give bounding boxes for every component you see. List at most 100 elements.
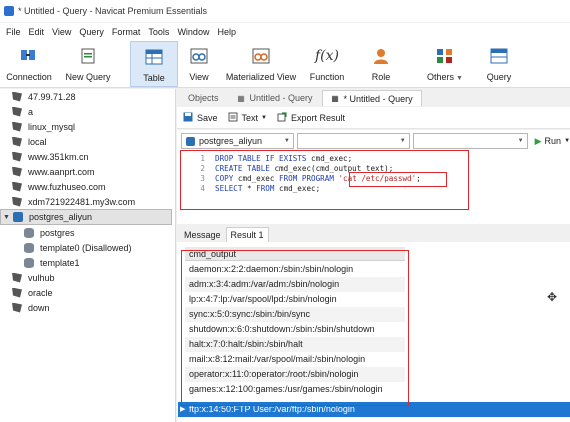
tree-connection[interactable]: linux_mysql <box>0 119 175 134</box>
menu-bar: File Edit View Query Format Tools Window… <box>0 23 570 40</box>
new-query-label: New Query <box>65 72 111 82</box>
tree-connection[interactable]: a <box>0 104 175 119</box>
play-icon: ▶ <box>534 135 542 146</box>
tree-label: down <box>28 302 50 313</box>
function-button[interactable]: f(x) Function <box>302 41 352 87</box>
tab-label: Untitled - Query <box>249 93 313 103</box>
schema-select[interactable]: ▼ <box>412 133 528 149</box>
tree-label: www.351km.cn <box>28 151 89 162</box>
role-label: Role <box>371 72 391 82</box>
expand-arrow-icon[interactable]: ▼ <box>3 214 10 221</box>
tree-connection[interactable]: 47.99.71.28 <box>0 89 175 104</box>
menu-edit[interactable]: Edit <box>25 27 49 37</box>
menu-help[interactable]: Help <box>213 27 240 37</box>
tree-label: xdm721922481.my3w.com <box>28 196 136 207</box>
chevron-down-icon: ▼ <box>283 138 290 144</box>
query-icon <box>488 45 510 67</box>
new-query-button[interactable]: New Query <box>58 41 118 87</box>
navicat-app-icon <box>4 6 14 16</box>
database-select[interactable]: ▼ <box>296 133 410 149</box>
connection-icon <box>12 272 22 283</box>
function-label: Function <box>309 72 345 82</box>
tree-database[interactable]: template0 (Disallowed) <box>0 240 175 255</box>
query-tab-icon: ▦ <box>237 93 245 103</box>
connection-icon <box>12 136 22 147</box>
table-button[interactable]: Table <box>130 41 178 87</box>
menu-format[interactable]: Format <box>108 27 145 37</box>
materialized-view-button[interactable]: Materialized View <box>220 41 302 87</box>
tree-connection[interactable]: local <box>0 134 175 149</box>
menu-tools[interactable]: Tools <box>144 27 173 37</box>
query-tab-icon: ▦ <box>331 94 339 103</box>
tab-label: * Untitled - Query <box>343 93 413 104</box>
tree-label: template0 (Disallowed) <box>40 242 132 253</box>
menu-file[interactable]: File <box>2 27 25 37</box>
tree-connection[interactable]: www.351km.cn <box>0 149 175 164</box>
tab-message[interactable]: Message <box>179 227 226 242</box>
menu-window[interactable]: Window <box>173 27 213 37</box>
new-query-icon <box>77 45 99 67</box>
tree-label: local <box>28 136 47 147</box>
save-icon <box>183 112 193 124</box>
database-icon <box>24 242 34 253</box>
view-button[interactable]: View <box>178 41 220 87</box>
chevron-down-icon: ▼ <box>517 138 524 144</box>
connection-icon <box>12 287 22 298</box>
query-toolbar: Save Text ▼ Export Result <box>177 107 570 129</box>
connection-icon <box>18 45 40 67</box>
tree-database[interactable]: postgres <box>0 225 175 240</box>
main-toolbar: Connection New Query Table View Material… <box>0 40 570 88</box>
menu-view[interactable]: View <box>48 27 75 37</box>
tab-result-1[interactable]: Result 1 <box>225 227 269 242</box>
text-button[interactable]: Text ▼ <box>228 112 267 124</box>
export-result-button[interactable]: Export Result <box>277 111 346 124</box>
tree-label: vulhub <box>28 272 55 283</box>
connection-icon <box>12 106 22 117</box>
database-icon <box>24 227 34 238</box>
connection-select[interactable]: postgres_aliyun ▼ <box>181 133 294 149</box>
menu-query[interactable]: Query <box>75 27 108 37</box>
tab-untitled-query[interactable]: ▦ Untitled - Query <box>228 90 322 106</box>
others-button[interactable]: Others ▼ <box>414 41 476 87</box>
tab-objects[interactable]: Objects <box>177 90 228 106</box>
connection-select-value: postgres_aliyun <box>199 136 263 146</box>
result-tabs: Message Result 1 <box>177 226 570 242</box>
tree-connection[interactable]: vulhub <box>0 270 175 285</box>
save-button[interactable]: Save <box>183 112 218 124</box>
query-button[interactable]: Query <box>476 41 522 87</box>
tree-connection[interactable]: www.fuzhuseo.com <box>0 179 175 194</box>
document-tabs: Objects ▦ Untitled - Query ▦ * Untitled - … <box>177 89 570 106</box>
tree-database[interactable]: template1 <box>0 255 175 270</box>
text-label: Text <box>241 112 259 123</box>
chevron-down-icon: ▼ <box>399 138 406 144</box>
save-label: Save <box>197 112 218 123</box>
role-button[interactable]: Role <box>356 41 406 87</box>
window-title: * Untitled - Query - Navicat Premium Ess… <box>18 6 208 16</box>
postgresql-icon <box>13 212 23 222</box>
connection-label: Connection <box>6 72 52 82</box>
highlight-box-command <box>349 172 447 187</box>
connection-button[interactable]: Connection <box>0 41 58 87</box>
function-icon: f(x) <box>315 48 340 64</box>
query-context-bar: postgres_aliyun ▼ ▼ ▼ ▶ Run ▼ <box>177 130 570 152</box>
connection-icon <box>12 181 22 192</box>
run-dropdown-icon: ▼ <box>564 138 570 144</box>
tree-connection[interactable]: www.aanprt.com <box>0 164 175 179</box>
tab-active-query[interactable]: ▦ * Untitled - Query <box>321 90 422 106</box>
query-label: Query <box>486 72 512 82</box>
connection-icon <box>12 302 22 313</box>
current-row-marker-icon: ▶ <box>180 406 186 413</box>
text-dropdown-icon: ▼ <box>261 114 267 121</box>
run-button[interactable]: ▶ Run ▼ <box>535 136 570 147</box>
tree-connection[interactable]: oracle <box>0 285 175 300</box>
tree-connection-selected[interactable]: ▼ postgres_aliyun <box>0 209 172 225</box>
others-text: Others <box>427 72 455 82</box>
tree-label: linux_mysql <box>28 121 76 132</box>
tree-label: www.fuzhuseo.com <box>28 181 106 192</box>
navigation-tree: 47.99.71.28 a linux_mysql local www.351k… <box>0 89 176 422</box>
export-label: Export Result <box>290 112 346 123</box>
tree-label: 47.99.71.28 <box>28 91 76 102</box>
text-icon <box>228 112 238 124</box>
tree-connection[interactable]: down <box>0 300 175 315</box>
tree-connection[interactable]: xdm721922481.my3w.com <box>0 194 175 209</box>
